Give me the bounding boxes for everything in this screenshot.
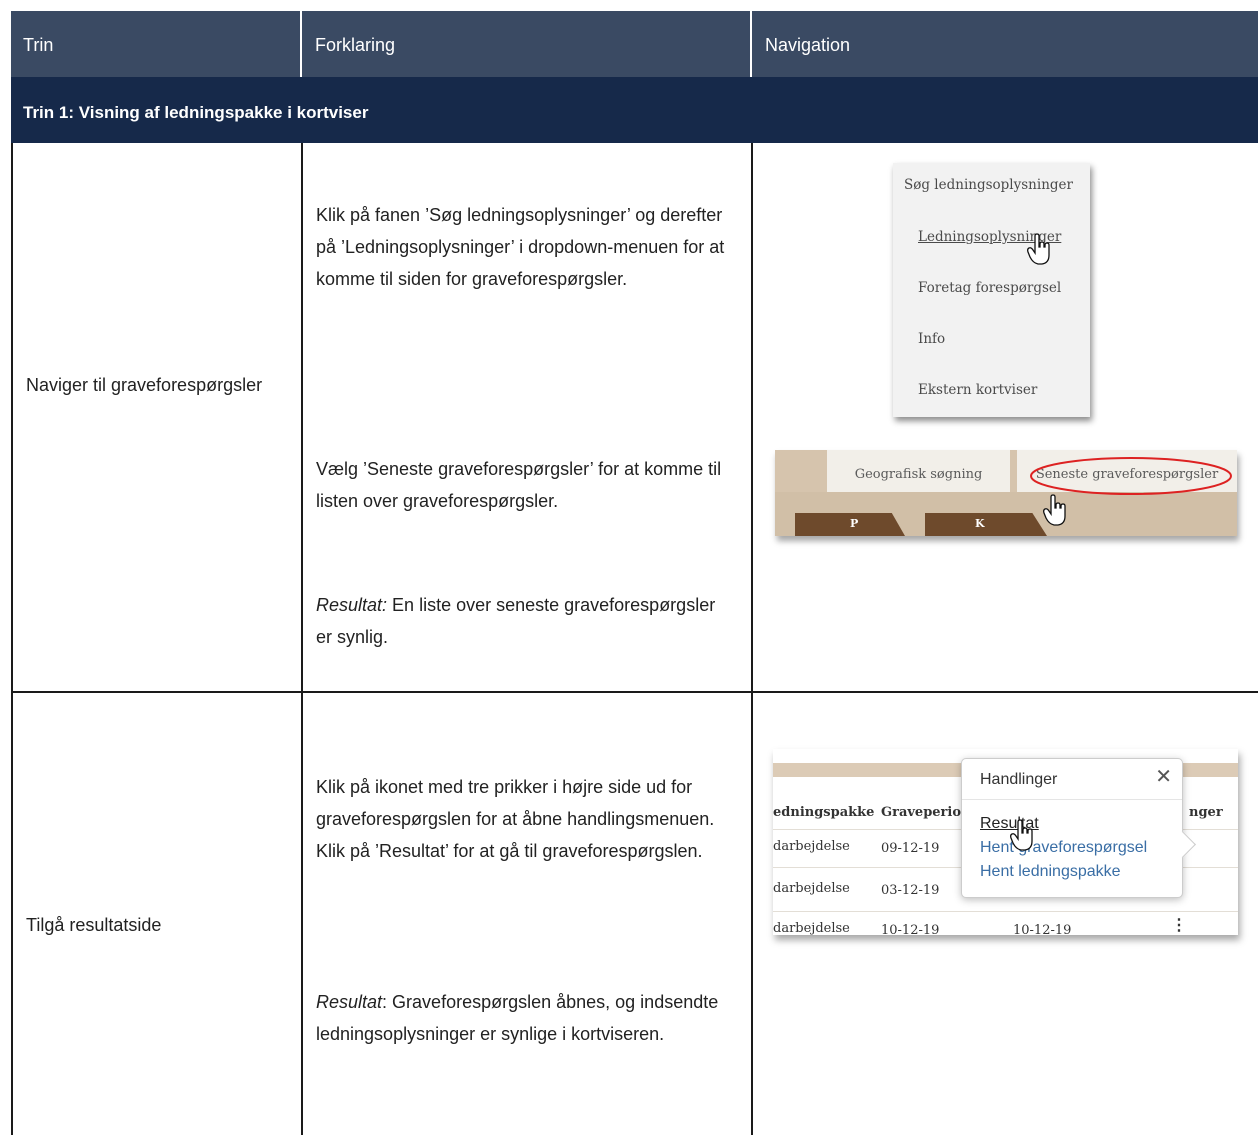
- table-header: Trin Forklaring Navigation: [11, 11, 1258, 77]
- instruction-text: Vælg ’Seneste graveforespørgsler’ for at…: [316, 459, 722, 511]
- header-divider: [300, 11, 302, 77]
- column-border: [11, 143, 13, 1135]
- tab-geografisk[interactable]: Geografisk søgning: [827, 450, 1010, 492]
- table-cell: darbejdelse: [773, 881, 850, 896]
- table-cell: darbejdelse: [773, 839, 850, 854]
- instruction-text: Klik på ikonet med tre prikker i højre s…: [316, 777, 715, 861]
- result-label: Resultat: [316, 992, 383, 1012]
- highlight-ellipse: [1030, 457, 1232, 495]
- header-forklaring: Forklaring: [315, 35, 396, 55]
- menu-item-info[interactable]: Info: [918, 331, 945, 347]
- header-divider: [750, 11, 752, 77]
- result-label: Resultat:: [316, 595, 388, 615]
- action-hent-ledningspakke[interactable]: Hent ledningspakke: [980, 863, 1121, 881]
- actions-popup: Handlinger ✕ Resultat Hent graveforespør…: [961, 758, 1196, 898]
- popup-title: Handlinger: [980, 771, 1058, 788]
- table-cell: 10-12-19: [881, 923, 940, 935]
- step-label-2: Tilgå resultatside: [26, 915, 162, 935]
- column-border: [301, 143, 303, 1135]
- section-title: Trin 1: Visning af ledningspakke i kortv…: [11, 77, 1258, 143]
- result-text: Resultat: Graveforespørgslen åbnes, og i…: [316, 986, 736, 1050]
- sub-tab-label: K: [975, 517, 985, 530]
- instruction-text: Klik på fanen ’Søg ledningsoplysninger’ …: [316, 205, 725, 289]
- col-handlinger: nger: [1189, 805, 1223, 820]
- tabs-screenshot: Geografisk søgning Seneste graveforespør…: [775, 450, 1237, 536]
- menu-title: Søg ledningsoplysninger: [904, 177, 1073, 193]
- hand-cursor-icon: [1027, 233, 1050, 265]
- row-border: [11, 691, 1258, 693]
- table-cell: darbejdelse: [773, 921, 850, 935]
- row-divider: [773, 911, 1238, 912]
- header-trin: Trin: [23, 35, 54, 55]
- table-cell: 10-12-19: [1013, 923, 1072, 935]
- sub-tab: K: [925, 513, 1047, 536]
- popup-divider: [962, 799, 1182, 800]
- close-icon[interactable]: ✕: [1155, 764, 1172, 789]
- more-dots-icon[interactable]: ⋮: [1171, 915, 1187, 934]
- action-hent-graveforesporgsel[interactable]: Hent graveforespørgsel: [980, 839, 1147, 857]
- table-cell: 03-12-19: [881, 883, 940, 898]
- result-text: Resultat: En liste over seneste gravefor…: [316, 589, 736, 653]
- menu-item-foretag[interactable]: Foretag forespørgsel: [918, 280, 1061, 296]
- header-navigation: Navigation: [765, 35, 851, 55]
- col-ledningspakke: edningspakke: [773, 805, 875, 820]
- step-label-1: Naviger til graveforespørgsler: [26, 375, 263, 395]
- table-cell: 09-12-19: [881, 841, 940, 856]
- sub-tab: P: [795, 513, 905, 536]
- hand-cursor-icon: [1043, 494, 1066, 526]
- column-border: [751, 143, 753, 1135]
- menu-item-ekstern[interactable]: Ekstern kortviser: [918, 382, 1037, 398]
- hand-cursor-icon: [1010, 819, 1033, 851]
- dropdown-menu-screenshot: Søg ledningsoplysninger Ledningsoplysnin…: [893, 163, 1090, 417]
- sub-tab-label: P: [850, 517, 859, 530]
